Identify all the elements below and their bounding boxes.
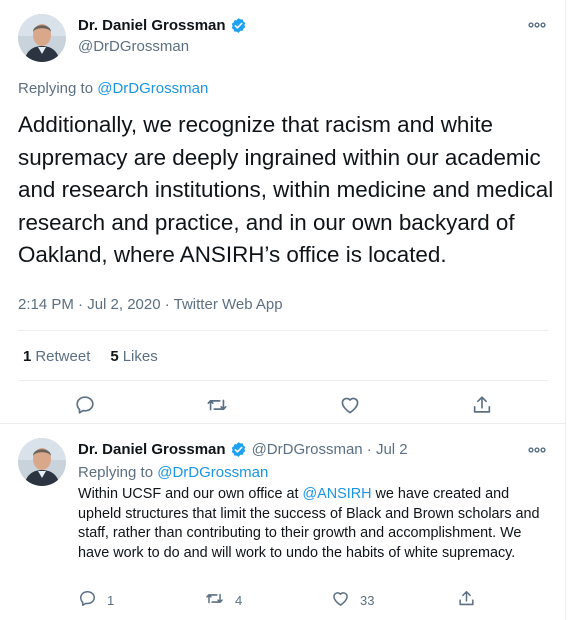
replying-to-link[interactable]: @DrDGrossman [97, 80, 208, 97]
avatar[interactable] [18, 14, 66, 62]
author-name[interactable]: Dr. Daniel Grossman [78, 441, 226, 458]
more-options-icon[interactable] [526, 14, 548, 36]
author-handle[interactable]: @DrDGrossman [78, 38, 189, 55]
tweet-text-part: Within UCSF and our own office at [78, 486, 303, 502]
verified-badge-icon [230, 441, 247, 458]
retweet-icon [204, 589, 225, 611]
share-icon[interactable] [470, 393, 494, 417]
likes-label: Likes [122, 348, 158, 365]
tweet-text: Within UCSF and our own office at @ANSIR… [78, 485, 548, 563]
author-name[interactable]: Dr. Daniel Grossman [78, 17, 226, 34]
retweet-count: 1 [23, 348, 32, 365]
reply-icon[interactable] [73, 393, 97, 417]
tweet-timestamp[interactable]: 2:14 PM · Jul 2, 2020 · Twitter Web App [18, 296, 283, 313]
retweet-label: Retweet [35, 348, 91, 365]
retweet-count: 4 [235, 592, 243, 608]
verified-badge-icon [230, 17, 247, 34]
share-button[interactable] [457, 589, 476, 611]
author-handle-date[interactable]: @DrDGrossman · Jul 2 [252, 441, 408, 458]
author-row: Dr. Daniel Grossman [78, 17, 247, 34]
mention-link[interactable]: @ANSIRH [303, 486, 372, 502]
replying-to: Replying to @DrDGrossman [78, 464, 268, 481]
tweet-text: Additionally, we recognize that racism a… [18, 112, 554, 267]
divider [18, 380, 548, 381]
reply-icon [78, 589, 97, 611]
like-button[interactable]: 33 [331, 589, 374, 611]
divider [18, 330, 548, 331]
author-row: Dr. Daniel Grossman @DrDGrossman · Jul 2 [78, 441, 408, 458]
retweet-stat[interactable]: 1 Retweet [23, 348, 90, 365]
reply-tweet[interactable]: Dr. Daniel Grossman @DrDGrossman · Jul 2… [0, 425, 566, 620]
avatar[interactable] [18, 438, 66, 486]
tweet-thread: Dr. Daniel Grossman @DrDGrossman Replyin… [0, 0, 566, 620]
heart-icon[interactable] [338, 393, 362, 417]
replying-to-link[interactable]: @DrDGrossman [157, 464, 268, 481]
reply-count: 1 [107, 592, 115, 608]
replying-to: Replying to @DrDGrossman [18, 80, 208, 97]
like-count: 33 [360, 592, 375, 608]
heart-icon [331, 589, 350, 611]
likes-stat[interactable]: 5 Likes [110, 348, 157, 365]
retweet-icon[interactable] [205, 393, 229, 417]
replying-prefix: Replying to [78, 464, 158, 481]
retweet-button[interactable]: 4 [204, 589, 242, 611]
share-icon [457, 589, 476, 611]
more-options-icon[interactable] [526, 439, 548, 461]
engagement-stats: 1 Retweet 5 Likes [23, 348, 178, 365]
reply-button[interactable]: 1 [78, 589, 114, 611]
replying-prefix: Replying to [18, 80, 98, 97]
likes-count: 5 [110, 348, 119, 365]
main-tweet: Dr. Daniel Grossman @DrDGrossman Replyin… [0, 0, 566, 424]
